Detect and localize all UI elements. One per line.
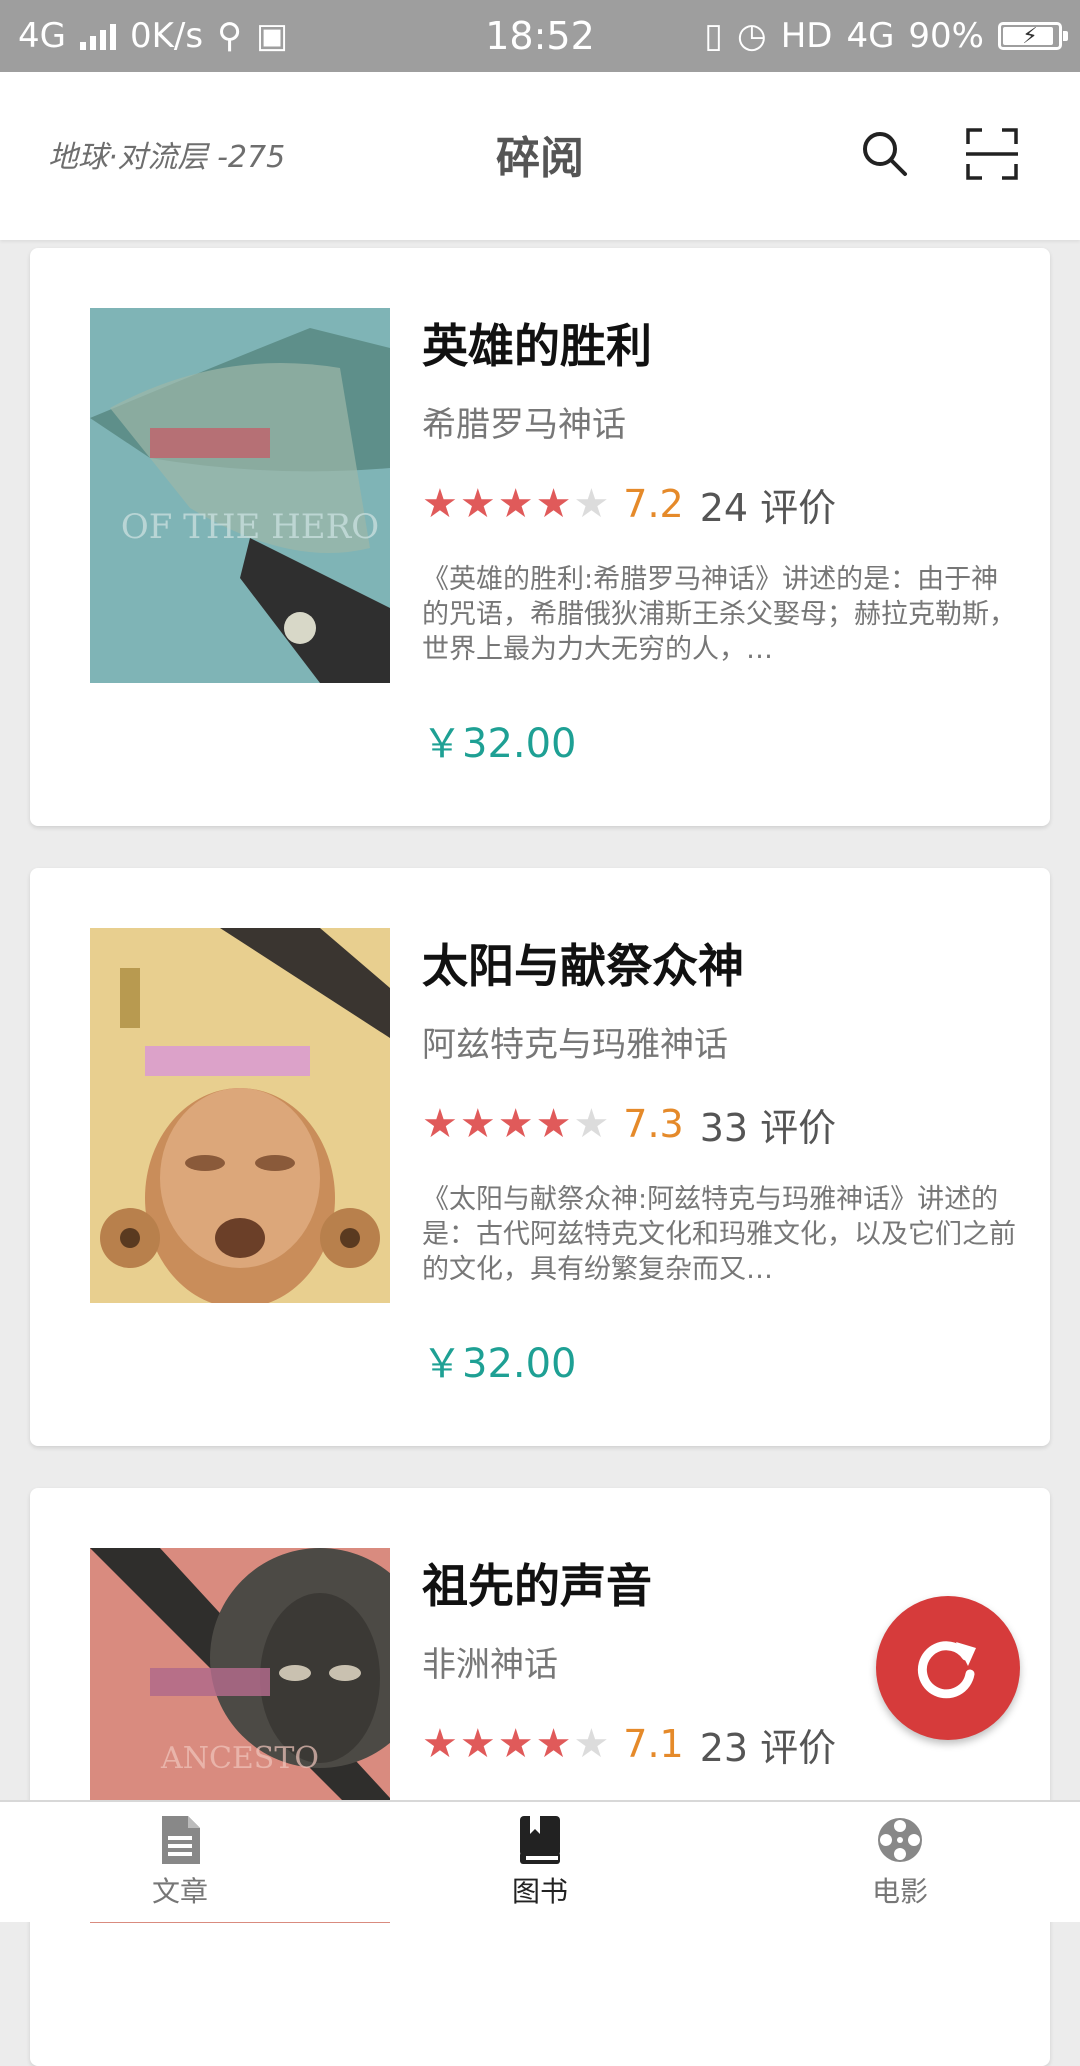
book-card[interactable]: OF THE HERO 英雄的胜利 希腊罗马神话 ★ ★ ★ ★ ★ 7.2 2… [30,248,1050,826]
tab-label: 图书 [511,1875,568,1908]
svg-text:OF THE HERO: OF THE HERO [121,507,379,547]
star-rating: ★ ★ ★ ★ ★ [422,1724,609,1764]
star-rating: ★ ★ ★ ★ ★ [422,1104,609,1144]
book-cover [90,928,390,1303]
book-info: 太阳与献祭众神 阿兹特克与玛雅神话 ★ ★ ★ ★ ★ 7.3 33 评价 《太… [422,928,1022,1389]
star-icon: ★ [422,1101,458,1147]
tab-label: 电影 [871,1875,928,1908]
rating-score: 7.1 [623,1722,684,1766]
status-bar: 4G 0K/s ⚲ ▣ 18:52 ▯ ◷ HD 4G 90% ⚡ [0,0,1080,72]
book-cover: OF THE HERO [90,308,390,683]
rating-score: 7.2 [623,482,684,526]
rating-count: 33 评价 [699,1105,837,1150]
book-title: 太阳与献祭众神 [422,939,744,993]
rating-row: ★ ★ ★ ★ ★ 7.3 33 评价 [422,1100,1022,1150]
rating-count: 24 评价 [699,485,837,530]
battery-icon: ⚡ [998,22,1068,50]
network-type: 4G [18,16,66,56]
star-icon: ★ [459,1721,496,1767]
book-card[interactable]: ANCESTO 祖先的声音 非洲神话 ★ ★ ★ ★ ★ 7.1 23 评价 [30,1488,1050,2066]
star-rating: ★ ★ ★ ★ ★ [422,484,609,524]
star-icon: ★ [422,1721,458,1767]
svg-text:ANCESTO: ANCESTO [160,1741,319,1776]
film-reel-icon [878,1818,922,1862]
star-empty-icon: ★ [573,481,610,527]
status-left: 4G 0K/s ⚲ ▣ [18,16,288,56]
book-card[interactable]: 太阳与献祭众神 阿兹特克与玛雅神话 ★ ★ ★ ★ ★ 7.3 33 评价 《太… [30,868,1050,1446]
document-icon [162,1816,200,1864]
status-right: ▯ ◷ HD 4G 90% ⚡ [704,16,1068,56]
book-info: 英雄的胜利 希腊罗马神话 ★ ★ ★ ★ ★ 7.2 24 评价 《英雄的胜利:… [422,308,1022,769]
star-icon: ★ [422,481,458,527]
tab-movies[interactable]: 电影 [720,1802,1080,1922]
page-title: 碎阅 [496,133,584,184]
tab-books[interactable]: 图书 [360,1802,720,1922]
star-icon: ★ [497,481,534,527]
usb-icon: ⚲ [217,16,242,56]
rating-score: 7.3 [623,1102,684,1146]
star-icon: ★ [535,481,572,527]
star-icon: ★ [459,481,496,527]
star-icon: ★ [535,1101,572,1147]
tab-articles[interactable]: 文章 [0,1802,360,1922]
star-icon: ★ [497,1101,534,1147]
search-icon[interactable] [855,124,915,184]
network-speed: 0K/s [129,16,204,56]
star-empty-icon: ★ [573,1721,610,1767]
book-icon [520,1816,560,1864]
bottom-nav: 文章 图书 电影 [0,1800,1080,1922]
star-empty-icon: ★ [573,1101,610,1147]
refresh-button[interactable] [876,1596,1020,1740]
hd-indicator: HD [780,16,833,56]
book-description: 《英雄的胜利:希腊罗马神话》讲述的是：由于神的咒语，希腊俄狄浦斯王杀父娶母；赫拉… [422,564,1016,665]
book-subtitle: 希腊罗马神话 [422,405,626,445]
book-price: ￥32.00 [422,1341,577,1387]
rating-row: ★ ★ ★ ★ ★ 7.2 24 评价 [422,480,1022,530]
battery-percent: 90% [908,16,984,56]
vibrate-icon: ▯ [704,16,724,56]
star-icon: ★ [535,1721,572,1767]
book-title: 英雄的胜利 [422,319,652,373]
network-type-right: 4G [846,16,895,56]
refresh-icon [917,1641,976,1699]
book-subtitle: 阿兹特克与玛雅神话 [422,1025,728,1065]
tab-label: 文章 [151,1875,208,1908]
usb-debug-icon: ▣ [256,16,289,56]
book-description: 《太阳与献祭众神:阿兹特克与玛雅神话》讲述的是：古代阿兹特克文化和玛雅文化，以及… [422,1184,1016,1285]
rating-count: 23 评价 [699,1725,837,1770]
signal-icon [79,22,116,50]
star-icon: ★ [459,1101,496,1147]
alarm-icon: ◷ [737,16,767,56]
app-header: 地球·对流层 -275 碎阅 [0,72,1080,240]
scan-icon[interactable] [962,124,1022,184]
star-icon: ★ [497,1721,534,1767]
book-price: ￥32.00 [422,721,577,767]
